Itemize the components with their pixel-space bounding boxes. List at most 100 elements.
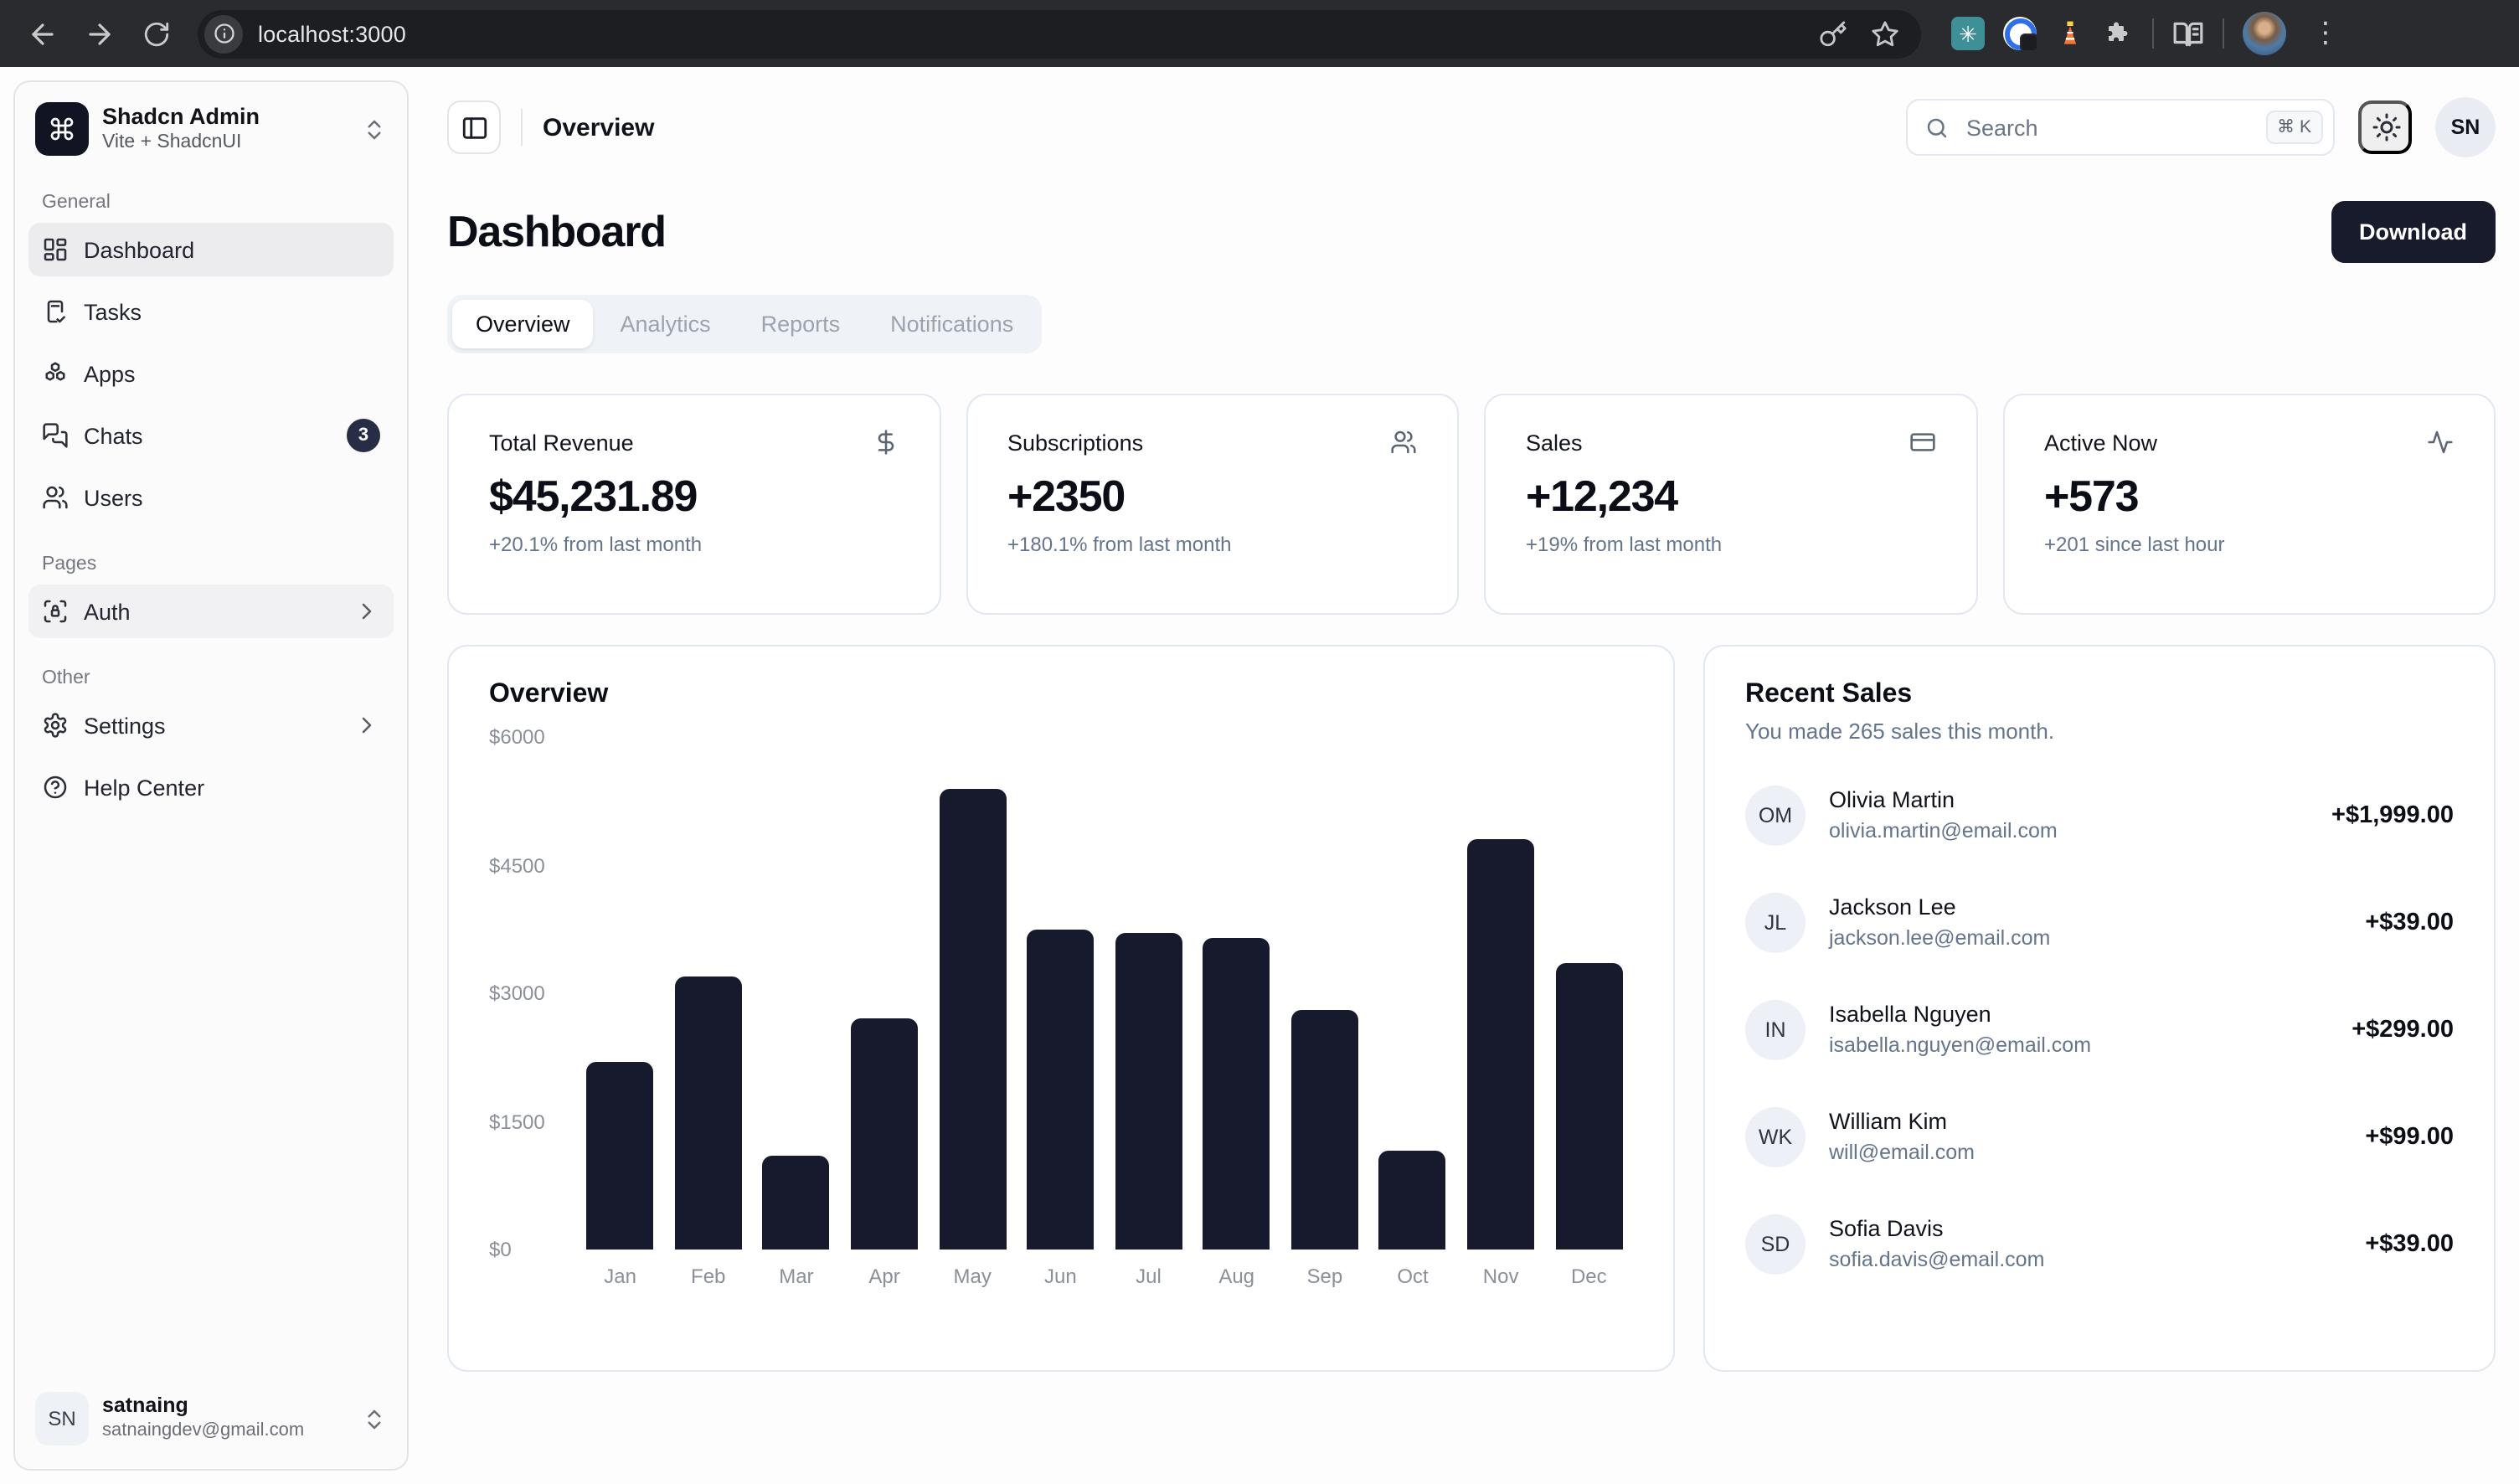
bar-feb [664, 737, 752, 1250]
forward-icon[interactable] [74, 8, 124, 59]
sidebar-item-apps[interactable]: Apps [28, 347, 394, 400]
bar-jan [576, 737, 664, 1250]
menu-dots-icon[interactable]: ⋮ [2305, 17, 2346, 50]
search-input[interactable]: ⌘ K [1906, 99, 2335, 156]
chevrons-up-down-icon [362, 1406, 387, 1431]
search-shortcut-kbd: ⌘ K [2265, 111, 2323, 144]
extension-teal-icon[interactable]: ✳ [1951, 17, 1985, 50]
key-icon[interactable] [1819, 19, 1847, 48]
sidebar: Shadcn Admin Vite + ShadcnUI GeneralDash… [13, 80, 409, 1471]
customer-name: Isabella Nguyen [1829, 1001, 2091, 1031]
auth-icon [42, 598, 69, 625]
toolbar-divider [2152, 18, 2154, 49]
sidebar-section-label-pages: Pages [28, 548, 394, 585]
stat-card-subscriptions: Subscriptions+2350+180.1% from last mont… [966, 394, 1459, 615]
tab-notifications[interactable]: Notifications [867, 300, 1037, 348]
sidebar-item-label: Auth [84, 599, 131, 624]
tab-reports[interactable]: Reports [738, 300, 864, 348]
y-tick-label: $4500 [489, 853, 559, 877]
x-axis-labels: JanFebMarAprMayJunJulAugSepOctNovDec [576, 1265, 1633, 1288]
extension-1password-icon[interactable] [2003, 17, 2037, 50]
customer-email: will@email.com [1829, 1138, 1975, 1167]
page-header: Overview ⌘ K SN [447, 84, 2496, 171]
sidebar-item-label: Users [84, 485, 143, 510]
bar-nov [1457, 737, 1545, 1250]
bar-dec [1545, 737, 1633, 1250]
download-button[interactable]: Download [2331, 200, 2496, 262]
sidebar-section-label-general: General [28, 186, 394, 223]
users-icon [42, 484, 69, 511]
bar-jul [1105, 737, 1193, 1250]
site-info-icon[interactable] [204, 14, 243, 53]
app-body: Shadcn Admin Vite + ShadcnUI GeneralDash… [0, 67, 2519, 1484]
theme-toggle-button[interactable] [2358, 100, 2412, 154]
sale-amount: +$39.00 [2365, 1231, 2454, 1258]
search-icon [1924, 115, 1950, 140]
sidebar-sections: GeneralDashboard Tasks Apps Chats3 Users Page… [28, 162, 394, 822]
sale-row-isabella-nguyen: INIsabella Nguyenisabella.nguyen@email.c… [1745, 1000, 2454, 1060]
extension-lighthouse-icon[interactable] [2055, 18, 2085, 49]
reading-list-icon[interactable] [2172, 18, 2204, 49]
users-icon [1390, 429, 1417, 456]
stat-title: Total Revenue [489, 430, 634, 455]
bar-sep [1280, 737, 1368, 1250]
team-switcher[interactable]: Shadcn Admin Vite + ShadcnUI [28, 95, 394, 162]
team-subtitle: Vite + ShadcnUI [102, 131, 260, 155]
sidebar-item-label: Chats [84, 423, 143, 448]
tab-analytics[interactable]: Analytics [597, 300, 734, 348]
x-tick-label: Oct [1368, 1265, 1456, 1288]
bar-chart: $6000$4500$3000$1500$0 JanFebMarAprMayJu… [489, 737, 1633, 1288]
avatar: SD [1745, 1214, 1806, 1275]
bar-may [929, 737, 1017, 1250]
avatar: OM [1745, 786, 1806, 846]
y-tick-label: $6000 [489, 725, 559, 749]
address-bar[interactable]: localhost:3000 [198, 9, 1921, 58]
sidebar-item-settings[interactable]: Settings [28, 698, 394, 752]
sidebar-item-help-center[interactable]: Help Center [28, 760, 394, 814]
browser-profile-avatar[interactable] [2243, 12, 2286, 55]
sidebar-user-menu[interactable]: SN satnaing satnaingdev@gmail.com [28, 1382, 394, 1456]
back-icon[interactable] [17, 8, 67, 59]
x-tick-label: Jul [1105, 1265, 1193, 1288]
url-text[interactable]: localhost:3000 [258, 21, 1804, 46]
app-window: localhost:3000 ✳ [0, 0, 2519, 1484]
reload-icon[interactable] [131, 8, 181, 59]
sales-list: OM Olivia Martinolivia.martin@email.com +$… [1745, 786, 2454, 1275]
profile-button[interactable]: SN [2435, 97, 2496, 157]
x-tick-label: Jun [1017, 1265, 1105, 1288]
stat-value: $45,231.89 [489, 471, 899, 523]
stat-change: +180.1% from last month [1007, 533, 1417, 556]
y-tick-label: $3000 [489, 982, 559, 1005]
avatar: JL [1745, 893, 1806, 953]
search-field[interactable] [1963, 113, 2252, 142]
stat-value: +12,234 [1526, 471, 1935, 523]
bookmark-star-icon[interactable] [1871, 19, 1899, 48]
customer-name: Olivia Martin [1829, 786, 2058, 817]
x-tick-label: Dec [1545, 1265, 1633, 1288]
bar-mar [752, 737, 840, 1250]
customer-email: isabella.nguyen@email.com [1829, 1031, 2091, 1059]
bar-oct [1368, 737, 1456, 1250]
apps-icon [42, 360, 69, 387]
stat-card-active-now: Active Now+573+201 since last hour [2002, 394, 2496, 615]
sidebar-toggle-button[interactable] [447, 100, 501, 154]
sidebar-item-tasks[interactable]: Tasks [28, 285, 394, 338]
stat-card-sales: Sales+12,234+19% from last month [1484, 394, 1977, 615]
sidebar-item-chats[interactable]: Chats3 [28, 409, 394, 462]
x-tick-label: May [929, 1265, 1017, 1288]
tasks-icon [42, 298, 69, 325]
customer-email: jackson.lee@email.com [1829, 924, 2050, 952]
breadcrumb: Overview [543, 113, 654, 142]
customer-email: olivia.martin@email.com [1829, 817, 2058, 845]
recent-sales-title: Recent Sales [1745, 680, 2454, 710]
command-icon [35, 102, 89, 156]
x-tick-label: Nov [1457, 1265, 1545, 1288]
sidebar-item-auth[interactable]: Auth [28, 585, 394, 638]
chart-title: Overview [489, 680, 1633, 710]
tab-overview[interactable]: Overview [452, 300, 594, 348]
extensions-puzzle-icon[interactable] [2104, 18, 2134, 49]
sidebar-item-dashboard[interactable]: Dashboard [28, 223, 394, 276]
x-tick-label: Feb [664, 1265, 752, 1288]
title-row: Dashboard Download [447, 198, 2496, 265]
sidebar-item-users[interactable]: Users [28, 471, 394, 524]
